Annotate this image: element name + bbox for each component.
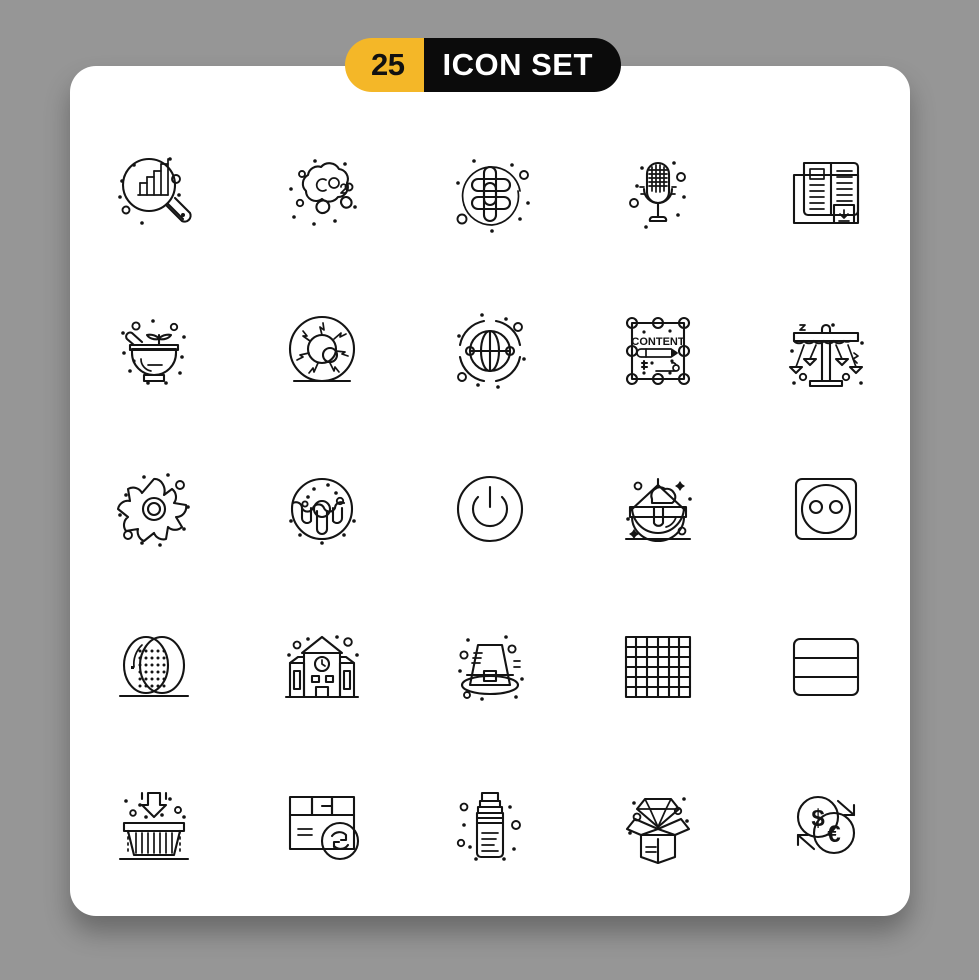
dollar-symbol: $ bbox=[811, 805, 825, 832]
icon-cell-pilgrim-hat[interactable] bbox=[406, 588, 574, 746]
add-to-basket-icon bbox=[118, 791, 190, 861]
icon-cell-cleaning-bucket[interactable] bbox=[574, 430, 742, 588]
swing-carousel-icon bbox=[788, 323, 864, 388]
eggs-icon bbox=[118, 635, 190, 698]
icon-cell-power-socket[interactable] bbox=[742, 430, 910, 588]
icon-set-title: ICON SET bbox=[424, 38, 621, 92]
mortar-pestle-icon bbox=[121, 319, 186, 385]
icon-cell-retro-microphone[interactable] bbox=[574, 114, 742, 272]
content-text: CONTENT bbox=[631, 336, 684, 348]
icon-cell-flower[interactable] bbox=[70, 430, 238, 588]
icon-cell-swing-carousel[interactable] bbox=[742, 272, 910, 430]
icon-cell-rows-layout[interactable] bbox=[742, 588, 910, 746]
rows-layout-icon bbox=[792, 637, 860, 697]
header-badge: 25 ICON SET bbox=[345, 38, 621, 92]
cleaning-bucket-icon bbox=[624, 477, 692, 543]
icon-cell-mortar-pestle[interactable] bbox=[70, 272, 238, 430]
power-button-icon bbox=[456, 475, 524, 543]
icon-set-stage: 25 ICON SET CONTENT $ € bbox=[0, 0, 979, 980]
package-return-icon bbox=[288, 795, 360, 861]
icon-cell-newspaper-download[interactable] bbox=[742, 114, 910, 272]
icon-cell-globe-selection[interactable] bbox=[406, 272, 574, 430]
eyeball-icon bbox=[288, 315, 356, 383]
pilgrim-hat-icon bbox=[458, 635, 524, 701]
content-editing-icon: CONTENT bbox=[625, 316, 691, 386]
power-socket-icon bbox=[794, 477, 858, 541]
premium-box-icon bbox=[625, 797, 691, 865]
currency-exchange-icon: $ € bbox=[796, 795, 856, 855]
icon-cell-premium-box[interactable] bbox=[574, 746, 742, 904]
icon-cell-celtic-knot[interactable] bbox=[406, 114, 574, 272]
data-analysis-icon bbox=[118, 157, 192, 225]
euro-symbol: € bbox=[827, 821, 840, 848]
water-bottle-icon bbox=[456, 791, 521, 861]
icon-cell-co2-cloud[interactable] bbox=[238, 114, 406, 272]
icon-cell-eyeball[interactable] bbox=[238, 272, 406, 430]
school-building-icon bbox=[284, 635, 360, 699]
icon-cell-currency-exchange[interactable]: $ € bbox=[742, 746, 910, 904]
icon-cell-school-building[interactable] bbox=[238, 588, 406, 746]
newspaper-download-icon bbox=[792, 161, 860, 225]
icon-cell-data-analysis[interactable] bbox=[70, 114, 238, 272]
icon-card: CONTENT $ € bbox=[70, 66, 910, 916]
icon-cell-eggs[interactable] bbox=[70, 588, 238, 746]
icon-cell-content-editing[interactable]: CONTENT bbox=[574, 272, 742, 430]
donut-icon bbox=[289, 477, 356, 545]
icon-cell-grid-table[interactable] bbox=[574, 588, 742, 746]
icon-count-label: 25 bbox=[345, 38, 425, 92]
icon-cell-water-bottle[interactable] bbox=[406, 746, 574, 904]
co2-cloud-icon bbox=[289, 159, 357, 226]
icon-cell-power-button[interactable] bbox=[406, 430, 574, 588]
retro-microphone-icon bbox=[629, 161, 686, 229]
icon-cell-donut[interactable] bbox=[238, 430, 406, 588]
icon-grid: CONTENT $ € bbox=[70, 114, 910, 904]
flower-icon bbox=[116, 473, 190, 547]
globe-selection-icon bbox=[457, 313, 526, 389]
celtic-knot-icon bbox=[456, 159, 530, 233]
grid-table-icon bbox=[624, 635, 692, 699]
icon-cell-package-return[interactable] bbox=[238, 746, 406, 904]
icon-cell-add-to-basket[interactable] bbox=[70, 746, 238, 904]
